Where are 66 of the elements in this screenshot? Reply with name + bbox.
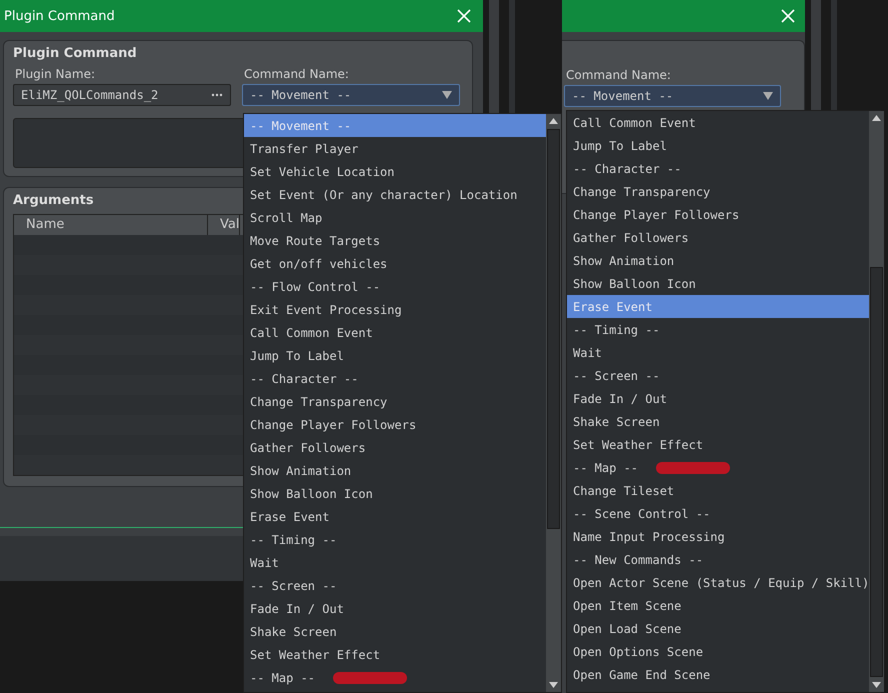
dropdown-item[interactable]: -- Flow Control -- <box>244 275 546 298</box>
dropdown-item[interactable]: Set Weather Effect <box>244 643 546 666</box>
plugin-name-field[interactable]: EliMZ_QOLCommands_2 <box>13 84 231 106</box>
dropdown-item[interactable]: Change Player Followers <box>244 413 546 436</box>
group-title: Plugin Command <box>13 46 137 63</box>
dropdown-item[interactable]: Change Transparency <box>244 390 546 413</box>
dropdown-item[interactable]: Wait <box>567 341 870 364</box>
command-dropdown[interactable]: -- Movement -- <box>564 85 781 107</box>
dropdown-item[interactable]: -- Timing -- <box>567 318 870 341</box>
dropdown-item[interactable]: Set Event (Or any character) Location <box>244 183 546 206</box>
dropdown-item[interactable]: Gather Followers <box>244 436 546 459</box>
scroll-thumb[interactable] <box>547 129 560 529</box>
dropdown-item[interactable]: Open Load Scene <box>567 617 870 640</box>
dropdown-item[interactable]: Move Route Targets <box>244 229 546 252</box>
dropdown-item[interactable]: Show Balloon Icon <box>244 482 546 505</box>
dropdown-item[interactable]: Exit Event Processing <box>244 298 546 321</box>
dropdown-item[interactable]: -- Character -- <box>567 157 870 180</box>
dropdown-item[interactable]: Show Animation <box>244 459 546 482</box>
dropdown-item[interactable]: -- Scene Control -- <box>567 502 870 525</box>
dropdown-item[interactable]: -- Map -- <box>244 666 546 689</box>
more-icon <box>211 93 223 97</box>
dropdown-item[interactable]: Open Options Scene <box>567 640 870 663</box>
field-label: Plugin Name: <box>14 67 96 81</box>
field-label: Command Name: <box>243 67 350 81</box>
dropdown-item[interactable]: Fade In / Out <box>244 597 546 620</box>
dropdown-item[interactable]: Shake Screen <box>567 410 870 433</box>
dropdown-item[interactable]: -- New Commands -- <box>567 548 870 571</box>
dropdown-item[interactable]: Transfer Player <box>244 137 546 160</box>
dropdown-item[interactable]: Get on/off vehicles <box>244 252 546 275</box>
dropdown-item[interactable]: Show Animation <box>567 249 870 272</box>
caret-icon <box>442 91 452 99</box>
dropdown-item[interactable]: Shake Screen <box>244 620 546 643</box>
dropdown-item[interactable]: Change Player Followers <box>567 203 870 226</box>
dropdown-item[interactable]: Show Balloon Icon <box>567 272 870 295</box>
dropdown-item[interactable]: -- Map -- <box>567 456 870 479</box>
scrollbar[interactable] <box>546 114 561 692</box>
dropdown-item[interactable]: Wait <box>244 551 546 574</box>
dropdown-item[interactable]: Scroll Map <box>244 206 546 229</box>
scroll-thumb[interactable] <box>870 267 884 677</box>
dropdown-item[interactable]: Erase Event <box>244 505 546 528</box>
dropdown-item[interactable]: -- Character -- <box>244 367 546 390</box>
dropdown-item[interactable]: -- Screen -- <box>567 364 870 387</box>
dropdown-item[interactable]: Call Common Event <box>567 111 870 134</box>
field-label: Command Name: <box>565 68 672 82</box>
dropdown-item[interactable]: Name Input Processing <box>567 525 870 548</box>
dropdown-item[interactable]: Set Vehicle Location <box>244 160 546 183</box>
dropdown-item[interactable]: Jump To Label <box>244 344 546 367</box>
dropdown-item[interactable]: -- Timing -- <box>244 528 546 551</box>
dropdown-item[interactable]: Change Transparency <box>567 180 870 203</box>
window-title: Plugin Command <box>4 8 115 24</box>
dropdown-item[interactable]: Open Actor Scene (Status / Equip / Skill) <box>567 571 870 594</box>
close-icon[interactable] <box>457 9 471 23</box>
dropdown-item[interactable]: Open Item Scene <box>567 594 870 617</box>
dropdown-item[interactable]: Open Game End Scene <box>567 663 870 686</box>
dropdown-item[interactable]: Jump To Label <box>567 134 870 157</box>
dropdown-item[interactable]: Change Tileset <box>567 479 870 502</box>
scrollbar[interactable] <box>869 111 884 692</box>
caret-icon <box>763 92 773 100</box>
dropdown-item[interactable]: Call Common Event <box>244 321 546 344</box>
close-icon[interactable] <box>781 9 795 23</box>
dropdown-item[interactable]: -- Screen -- <box>244 574 546 597</box>
dropdown-item[interactable]: Gather Followers <box>567 226 870 249</box>
dropdown-item[interactable]: Fade In / Out <box>567 387 870 410</box>
group-title: Arguments <box>13 193 94 210</box>
command-dropdown[interactable]: -- Movement -- <box>242 84 460 106</box>
dropdown-item[interactable]: Set Weather Effect <box>567 433 870 456</box>
